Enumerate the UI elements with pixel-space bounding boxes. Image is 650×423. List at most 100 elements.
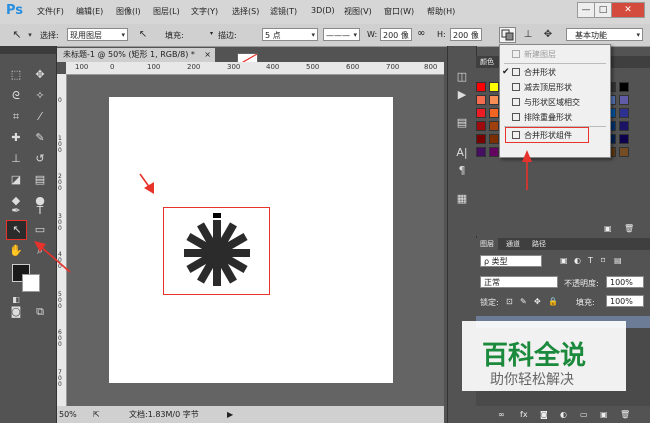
swatch-cell[interactable]: [489, 108, 499, 118]
close-button[interactable]: ✕: [611, 2, 645, 18]
menu-view[interactable]: 视图(V): [344, 6, 372, 17]
document-tab[interactable]: 未标题-1 @ 50% (矩形 1, RGB/8) * ×: [57, 48, 215, 62]
move-tool-icon[interactable]: ✥: [30, 66, 50, 84]
path-arrangement-icon[interactable]: ✥: [541, 28, 555, 42]
path-operations-button[interactable]: [499, 27, 516, 43]
menu-select[interactable]: 选择(S): [232, 6, 259, 17]
restore-button[interactable]: □: [594, 2, 612, 18]
history-brush-tool-icon[interactable]: ↺: [30, 150, 50, 168]
layer-style-icon[interactable]: fx: [520, 410, 528, 419]
swatch-cell[interactable]: [619, 147, 629, 157]
menu-3d[interactable]: 3D(D): [311, 6, 335, 15]
rectangle-tool-icon[interactable]: ▭: [30, 221, 50, 239]
workspace-dropdown[interactable]: 基本功能 ▾: [566, 28, 643, 41]
eyedropper-tool-icon[interactable]: ⁄: [30, 108, 50, 126]
marquee-tool-icon[interactable]: ⬚: [6, 66, 26, 84]
path-selection-tool-icon[interactable]: ↖: [10, 28, 24, 42]
lock-all-icon[interactable]: 🔒: [548, 297, 558, 306]
minimize-button[interactable]: —: [577, 2, 595, 18]
tab-layers[interactable]: 图层: [476, 238, 498, 250]
swatch-cell[interactable]: [489, 121, 499, 131]
tool-preset-dropdown-icon[interactable]: ▾: [23, 28, 37, 42]
filter-adjustment-icon[interactable]: ◐: [574, 256, 581, 265]
status-menu-arrow-icon[interactable]: ▶: [227, 406, 233, 423]
tab-channels[interactable]: 通道: [502, 238, 524, 250]
stroke-style-dropdown[interactable]: ——— ▾: [323, 28, 360, 41]
new-swatch-icon[interactable]: ▣: [604, 224, 612, 233]
lock-image-icon[interactable]: ✎: [520, 297, 527, 306]
lasso-tool-icon[interactable]: ᘓ: [6, 87, 26, 105]
zoom-tool-icon[interactable]: ⌕: [30, 242, 50, 260]
select-dropdown[interactable]: 现用图层 ▾: [67, 28, 128, 41]
menu-layer[interactable]: 图层(L): [153, 6, 180, 17]
layer-filter-dropdown[interactable]: ρ 类型: [480, 255, 542, 267]
swatch-cell[interactable]: [619, 121, 629, 131]
pen-tool-icon-glyph[interactable]: ✒: [6, 202, 26, 220]
hand-tool-icon[interactable]: ✋: [6, 242, 26, 260]
brushes-panel-icon[interactable]: ▦: [452, 190, 472, 208]
actions-panel-icon[interactable]: ▶: [452, 86, 472, 104]
properties-panel-icon[interactable]: ▤: [452, 114, 472, 132]
new-layer-icon[interactable]: ▣: [600, 410, 608, 419]
menu-help[interactable]: 帮助(H): [427, 6, 455, 17]
blend-mode-dropdown[interactable]: 正常: [480, 276, 558, 288]
gradient-tool-icon[interactable]: ▤: [30, 171, 50, 189]
healing-brush-tool-icon[interactable]: ✚: [6, 129, 26, 147]
swatch-cell[interactable]: [476, 82, 486, 92]
path-alignment-icon[interactable]: ⊥: [521, 28, 535, 42]
filter-pixel-icon[interactable]: ▣: [560, 256, 568, 265]
menu-item-exclude-overlapping-shapes[interactable]: 排除重叠形状: [500, 110, 610, 125]
background-color-swatch[interactable]: [22, 274, 40, 292]
type-tool-icon[interactable]: T: [30, 202, 50, 220]
tab-paths[interactable]: 路径: [528, 238, 550, 250]
arrow-pointer-icon[interactable]: ↖: [136, 28, 150, 42]
lock-position-icon[interactable]: ✥: [534, 297, 541, 306]
menu-item-new-layer[interactable]: 新建图层: [500, 47, 610, 62]
menu-item-intersect-shape-areas[interactable]: 与形状区域相交: [500, 95, 610, 110]
quick-mask-icon[interactable]: ◙: [6, 303, 26, 321]
menu-window[interactable]: 窗口(W): [384, 6, 414, 17]
layer-mask-icon[interactable]: ◙: [540, 410, 548, 419]
tab-color[interactable]: 颜色: [476, 56, 498, 68]
zoom-level[interactable]: 50%: [59, 406, 77, 423]
menu-image[interactable]: 图像(I): [116, 6, 141, 17]
brush-tool-icon[interactable]: ✎: [30, 129, 50, 147]
stroke-size-field[interactable]: 5 点 ▾: [262, 28, 318, 41]
menu-item-subtract-front-shape[interactable]: 减去顶层形状: [500, 80, 610, 95]
filter-smart-object-icon[interactable]: ▤: [614, 256, 622, 265]
menu-item-combine-shapes[interactable]: ✔ 合并形状: [500, 65, 610, 80]
opacity-field[interactable]: 100%: [606, 276, 644, 288]
close-tab-icon[interactable]: ×: [204, 48, 211, 62]
swatch-cell[interactable]: [489, 82, 499, 92]
adjustment-layer-icon[interactable]: ◐: [560, 410, 567, 419]
clone-stamp-tool-icon[interactable]: ⊥: [6, 150, 26, 168]
delete-swatch-icon[interactable]: 🗑: [624, 224, 634, 233]
link-chain-icon[interactable]: ∞: [417, 28, 425, 39]
menu-edit[interactable]: 编辑(E): [76, 6, 103, 17]
export-icon[interactable]: ⇱: [93, 406, 100, 423]
link-layers-icon[interactable]: ∞: [498, 410, 505, 419]
swatch-cell[interactable]: [476, 121, 486, 131]
swatch-cell[interactable]: [489, 147, 499, 157]
crop-tool-icon[interactable]: ⌗: [6, 108, 26, 126]
swatch-cell[interactable]: [619, 134, 629, 144]
screen-mode-icon[interactable]: ⧉: [30, 303, 50, 321]
character-panel-icon[interactable]: A|: [452, 144, 472, 162]
swatch-cell[interactable]: [619, 108, 629, 118]
group-icon[interactable]: ▭: [580, 410, 588, 419]
magic-wand-tool-icon[interactable]: ✧: [30, 87, 50, 105]
swatch-cell[interactable]: [489, 134, 499, 144]
fill-dropdown-icon[interactable]: ▾: [210, 30, 213, 37]
swatch-cell[interactable]: [489, 95, 499, 105]
fill-field[interactable]: 100%: [606, 295, 644, 307]
menu-type[interactable]: 文字(Y): [191, 6, 218, 17]
swatch-cell[interactable]: [476, 95, 486, 105]
swatch-cell[interactable]: [619, 95, 629, 105]
filter-shape-icon[interactable]: ⌑: [601, 256, 605, 265]
swatch-cell[interactable]: [476, 147, 486, 157]
width-field[interactable]: 200 像: [380, 28, 412, 41]
paragraph-panel-icon[interactable]: ¶: [452, 162, 472, 180]
lock-transparent-icon[interactable]: ⊡: [506, 297, 513, 306]
menu-filter[interactable]: 滤镜(T): [270, 6, 297, 17]
filter-type-icon[interactable]: T: [588, 256, 593, 265]
